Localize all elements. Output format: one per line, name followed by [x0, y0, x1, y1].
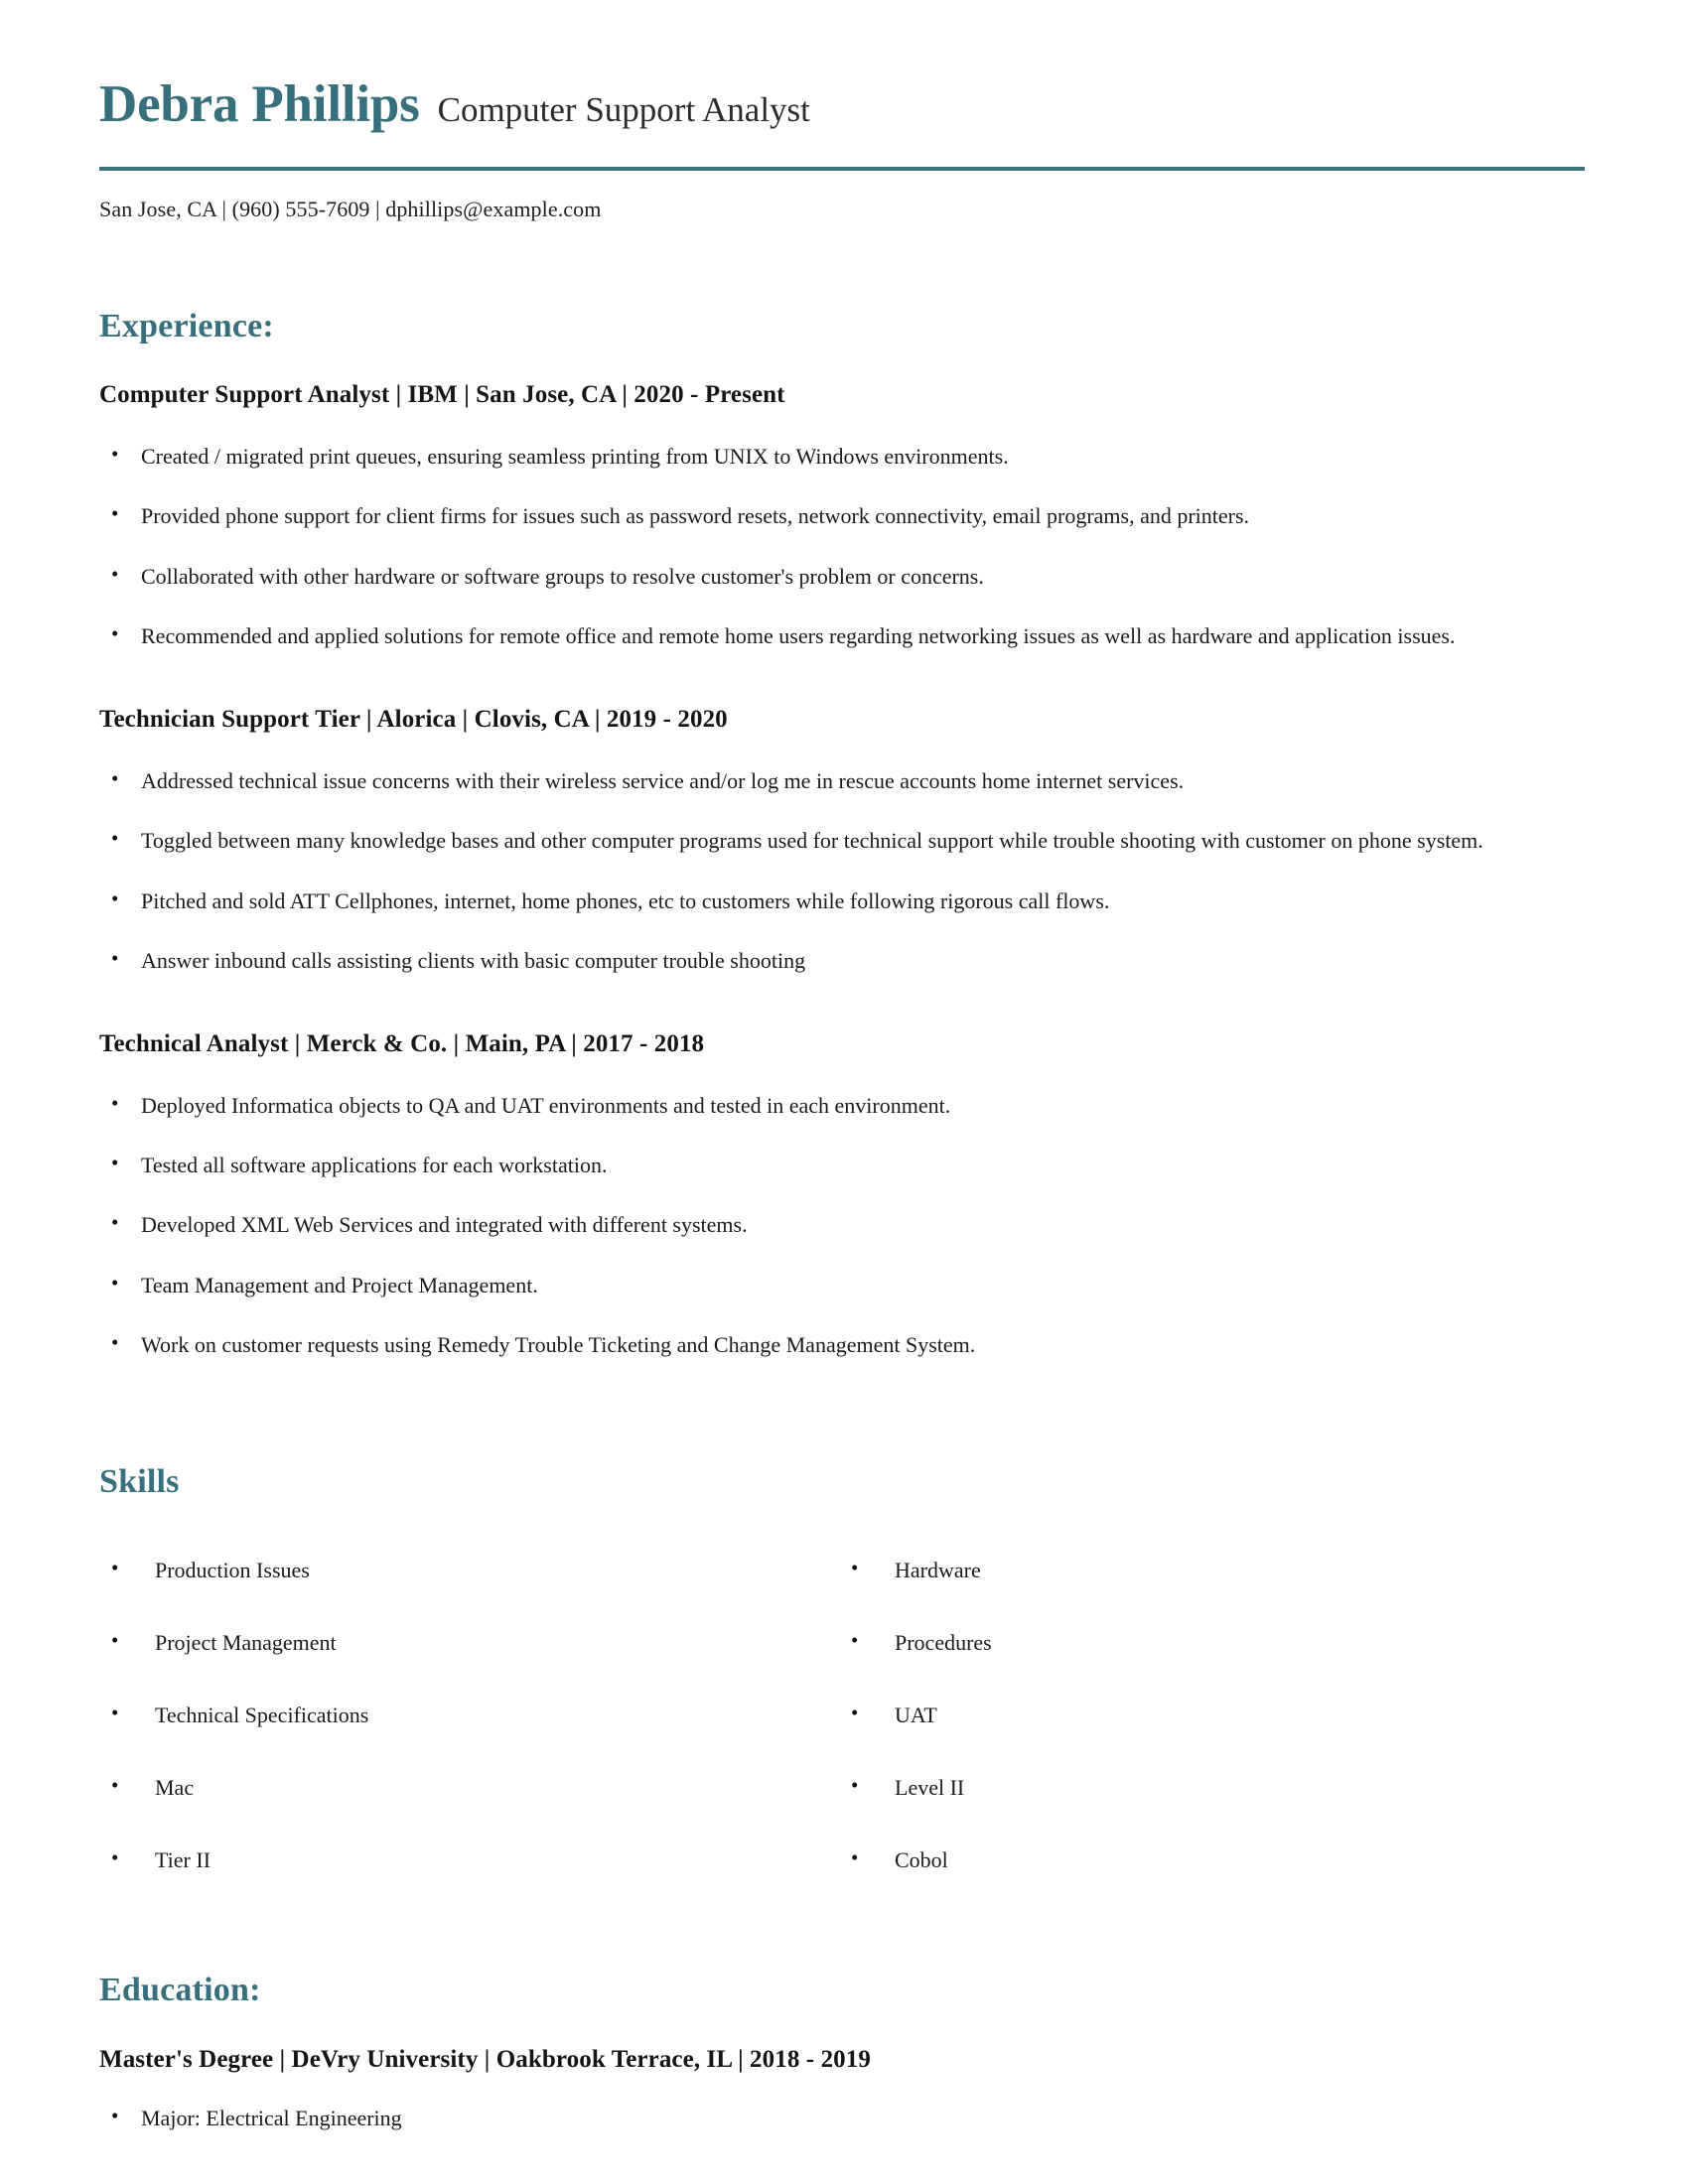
list-item: Production Issues — [99, 1553, 839, 1586]
experience-entry-heading: Computer Support Analyst | IBM | San Jos… — [99, 381, 785, 409]
skills-section: Skills Production Issues Project Managem… — [99, 1362, 1589, 1876]
experience-entry: Technician Support Tier | Alorica | Clov… — [99, 705, 1589, 978]
experience-entry-bullets: Addressed technical issue concerns with … — [99, 763, 1589, 978]
list-item: Answer inbound calls assisting clients w… — [99, 943, 1589, 977]
list-item: Team Management and Project Management. — [99, 1268, 1589, 1301]
list-item: Work on customer requests using Remedy T… — [99, 1327, 1589, 1361]
skills-column-right: Hardware Procedures UAT Level II Cobol — [839, 1514, 1579, 1876]
education-entry-bullets: Major: Electrical Engineering — [99, 2100, 1589, 2134]
education-entry-heading: Master's Degree | DeVry University | Oak… — [99, 2045, 871, 2073]
experience-entry: Computer Support Analyst | IBM | San Jos… — [99, 380, 1589, 653]
list-item: Project Management — [99, 1625, 839, 1659]
candidate-name: Debra Phillips — [99, 75, 420, 133]
list-item: Hardware — [839, 1553, 1579, 1586]
resume-page: Debra Phillips Computer Support Analyst … — [0, 0, 1688, 2184]
education-heading: Education: — [99, 1972, 261, 2009]
experience-entry-bullets: Deployed Informatica objects to QA and U… — [99, 1088, 1589, 1362]
skills-grid: Production Issues Project Management Tec… — [99, 1514, 1589, 1876]
experience-entry-bullets: Created / migrated print queues, ensurin… — [99, 439, 1589, 653]
list-item: Deployed Informatica objects to QA and U… — [99, 1088, 1589, 1122]
resume-header: Debra Phillips Computer Support Analyst … — [99, 0, 1589, 222]
list-item: UAT — [839, 1698, 1579, 1731]
skills-heading: Skills — [99, 1462, 180, 1500]
list-item: Addressed technical issue concerns with … — [99, 763, 1589, 797]
list-item: Created / migrated print queues, ensurin… — [99, 439, 1589, 473]
list-item: Mac — [99, 1770, 839, 1804]
list-item: Procedures — [839, 1625, 1579, 1659]
list-item: Cobol — [839, 1843, 1579, 1876]
candidate-job-title: Computer Support Analyst — [437, 90, 810, 129]
experience-heading: Experience: — [99, 307, 274, 344]
list-item: Major: Electrical Engineering — [99, 2100, 1589, 2134]
education-section: Education: Master's Degree | DeVry Unive… — [99, 1876, 1589, 2134]
contact-line: San Jose, CA | (960) 555-7609 | dphillip… — [99, 196, 602, 221]
list-item: Tier II — [99, 1843, 839, 1876]
education-entry: Master's Degree | DeVry University | Oak… — [99, 2045, 1589, 2134]
list-item: Level II — [839, 1770, 1579, 1804]
skills-list-right: Hardware Procedures UAT Level II Cobol — [839, 1553, 1579, 1876]
experience-entry: Technical Analyst | Merck & Co. | Main, … — [99, 1029, 1589, 1362]
list-item: Pitched and sold ATT Cellphones, interne… — [99, 884, 1589, 917]
list-item: Technical Specifications — [99, 1698, 839, 1731]
list-item: Recommended and applied solutions for re… — [99, 618, 1589, 652]
experience-entry-heading: Technician Support Tier | Alorica | Clov… — [99, 705, 728, 733]
experience-section: Experience: Computer Support Analyst | I… — [99, 222, 1589, 1362]
list-item: Provided phone support for client firms … — [99, 498, 1589, 532]
header-divider-rule — [99, 166, 1585, 171]
list-item: Collaborated with other hardware or soft… — [99, 559, 1589, 593]
experience-entry-heading: Technical Analyst | Merck & Co. | Main, … — [99, 1029, 705, 1057]
list-item: Tested all software applications for eac… — [99, 1148, 1589, 1181]
skills-list-left: Production Issues Project Management Tec… — [99, 1553, 839, 1876]
list-item: Toggled between many knowledge bases and… — [99, 823, 1589, 857]
list-item: Developed XML Web Services and integrate… — [99, 1207, 1589, 1241]
skills-column-left: Production Issues Project Management Tec… — [99, 1514, 839, 1876]
name-and-title-line: Debra Phillips Computer Support Analyst — [99, 75, 1589, 133]
